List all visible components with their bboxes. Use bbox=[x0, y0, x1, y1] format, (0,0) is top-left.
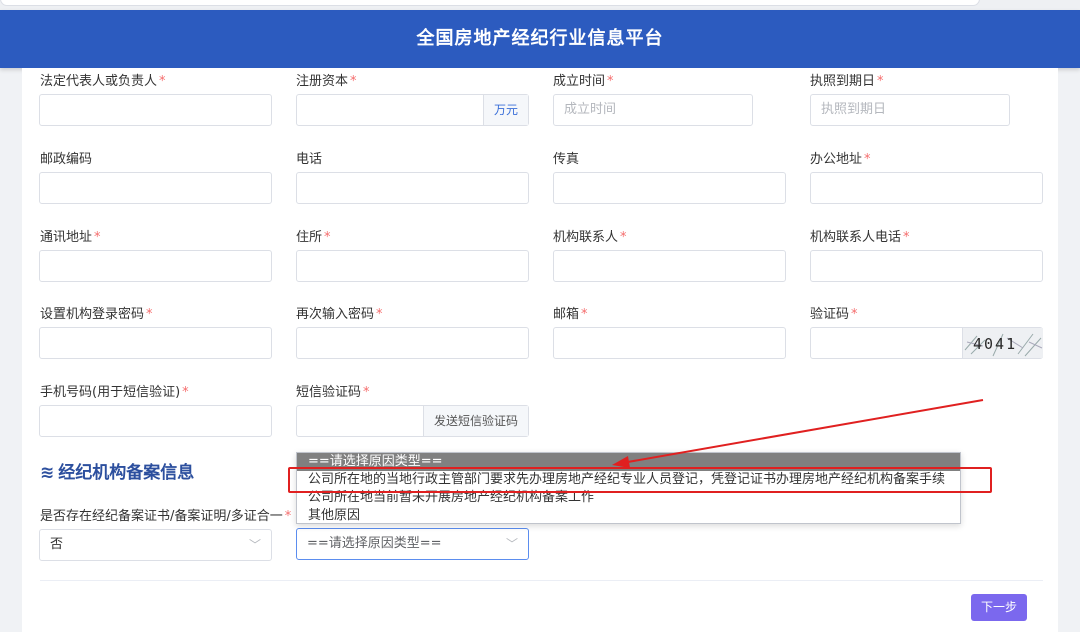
captcha-label: 验证码 * bbox=[810, 307, 858, 322]
reason-type-select[interactable]: ==请选择原因类型== ﹀ bbox=[296, 528, 529, 560]
page-header: 全国房地产经纪行业信息平台 bbox=[0, 10, 1080, 68]
layers-icon: ≋ bbox=[40, 463, 55, 483]
legal-rep-label: 法定代表人或负责人 * bbox=[40, 74, 166, 89]
send-sms-button[interactable]: 发送短信验证码 bbox=[422, 406, 528, 436]
email-input[interactable] bbox=[553, 327, 786, 359]
contact-phone-input[interactable] bbox=[810, 250, 1043, 282]
password-input[interactable] bbox=[39, 327, 272, 359]
address-bar[interactable] bbox=[0, 0, 980, 6]
captcha-text: 4041 bbox=[973, 335, 1017, 353]
established-date-input[interactable]: 成立时间 bbox=[553, 94, 753, 126]
license-expiry-label: 执照到期日 * bbox=[810, 74, 884, 89]
email-label: 邮箱 * bbox=[553, 307, 588, 322]
postcode-input[interactable] bbox=[39, 172, 272, 204]
contact-input[interactable] bbox=[553, 250, 786, 282]
divider bbox=[40, 580, 1043, 581]
fax-input[interactable] bbox=[553, 172, 786, 204]
has-cert-label: 是否存在经纪备案证书/备案证明/多证合一 * bbox=[40, 509, 292, 524]
page-title: 全国房地产经纪行业信息平台 bbox=[416, 28, 664, 49]
contact-label: 机构联系人 * bbox=[553, 230, 627, 245]
residence-label: 住所 * bbox=[296, 230, 331, 245]
license-expiry-date-input[interactable]: 执照到期日 bbox=[810, 94, 1010, 126]
fax-label: 传真 bbox=[553, 152, 580, 167]
browser-top-strip bbox=[0, 0, 1080, 10]
mail-address-input[interactable] bbox=[39, 250, 272, 282]
dropdown-option[interactable]: 其他原因 bbox=[297, 507, 960, 525]
captcha-input[interactable]: 4041 bbox=[810, 327, 1043, 359]
capital-unit: 万元 bbox=[482, 95, 528, 125]
password-confirm-label: 再次输入密码 * bbox=[296, 307, 383, 322]
chevron-down-icon: ﹀ bbox=[248, 538, 261, 552]
section-title: ≋ 经纪机构备案信息 bbox=[40, 463, 195, 483]
has-cert-select[interactable]: 否 ﹀ bbox=[39, 529, 272, 561]
sms-code-input[interactable]: 发送短信验证码 bbox=[296, 405, 529, 437]
password-label: 设置机构登录密码 * bbox=[40, 307, 153, 322]
legal-rep-input[interactable] bbox=[39, 94, 272, 126]
capital-label: 注册资本 * bbox=[296, 74, 357, 89]
chevron-down-icon: ﹀ bbox=[505, 537, 518, 551]
mail-address-label: 通讯地址 * bbox=[40, 230, 101, 245]
residence-input[interactable] bbox=[296, 250, 529, 282]
next-button[interactable]: 下一步 bbox=[971, 594, 1027, 621]
office-address-input[interactable] bbox=[810, 172, 1043, 204]
captcha-image[interactable]: 4041 bbox=[962, 328, 1043, 358]
password-confirm-input[interactable] bbox=[296, 327, 529, 359]
capital-input[interactable]: 万元 bbox=[296, 94, 529, 126]
mobile-label: 手机号码(用于短信验证) * bbox=[40, 385, 189, 400]
postcode-label: 邮政编码 bbox=[40, 152, 93, 167]
sms-code-label: 短信验证码 * bbox=[296, 385, 370, 400]
contact-phone-label: 机构联系人电话 * bbox=[810, 230, 910, 245]
phone-label: 电话 bbox=[296, 152, 323, 167]
office-address-label: 办公地址 * bbox=[810, 152, 871, 167]
established-label: 成立时间 * bbox=[553, 74, 614, 89]
highlight-box bbox=[288, 467, 992, 493]
phone-input[interactable] bbox=[296, 172, 529, 204]
mobile-input[interactable] bbox=[39, 405, 272, 437]
